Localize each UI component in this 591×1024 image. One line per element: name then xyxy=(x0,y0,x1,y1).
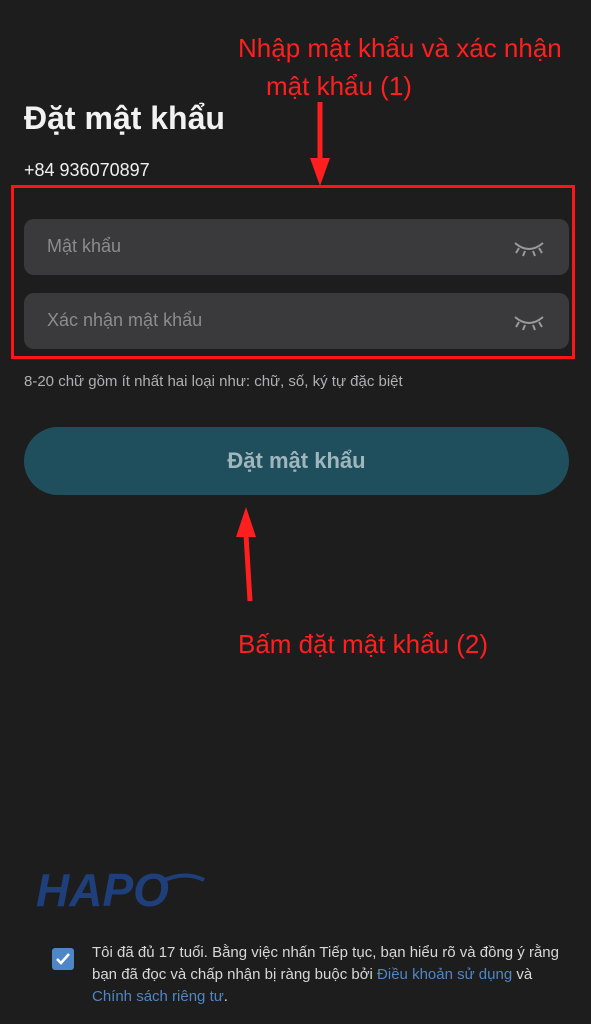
terms-text: Tôi đã đủ 17 tuổi. Bằng việc nhấn Tiếp t… xyxy=(92,942,562,1008)
terms-of-use-link[interactable]: Điều khoản sử dụng xyxy=(377,966,512,983)
arrow-down-icon xyxy=(310,102,330,186)
annotation-step2: Bấm đặt mật khẩu (2) xyxy=(238,629,488,659)
set-password-button[interactable]: Đặt mật khẩu xyxy=(24,427,569,495)
privacy-policy-link[interactable]: Chính sách riêng tư xyxy=(92,988,224,1005)
phone-number: +84 936070897 xyxy=(24,160,150,180)
terms-checkbox[interactable] xyxy=(52,948,74,970)
annotation-step1-line1: Nhập mật khẩu và xác nhận xyxy=(238,33,562,63)
password-hint: 8-20 chữ gồm ít nhất hai loại như: chữ, … xyxy=(24,373,403,390)
terms-end: . xyxy=(223,988,228,1005)
page-title: Đặt mật khẩu xyxy=(24,100,225,136)
terms-and: và xyxy=(512,966,533,983)
hapo-logo: HAPO xyxy=(36,864,205,914)
arrow-up-icon xyxy=(236,507,256,602)
check-icon xyxy=(56,953,70,965)
annotation-step1-line2: mật khẩu (1) xyxy=(266,71,412,101)
logo-text: HAPO xyxy=(36,864,169,914)
highlight-box xyxy=(11,185,575,359)
